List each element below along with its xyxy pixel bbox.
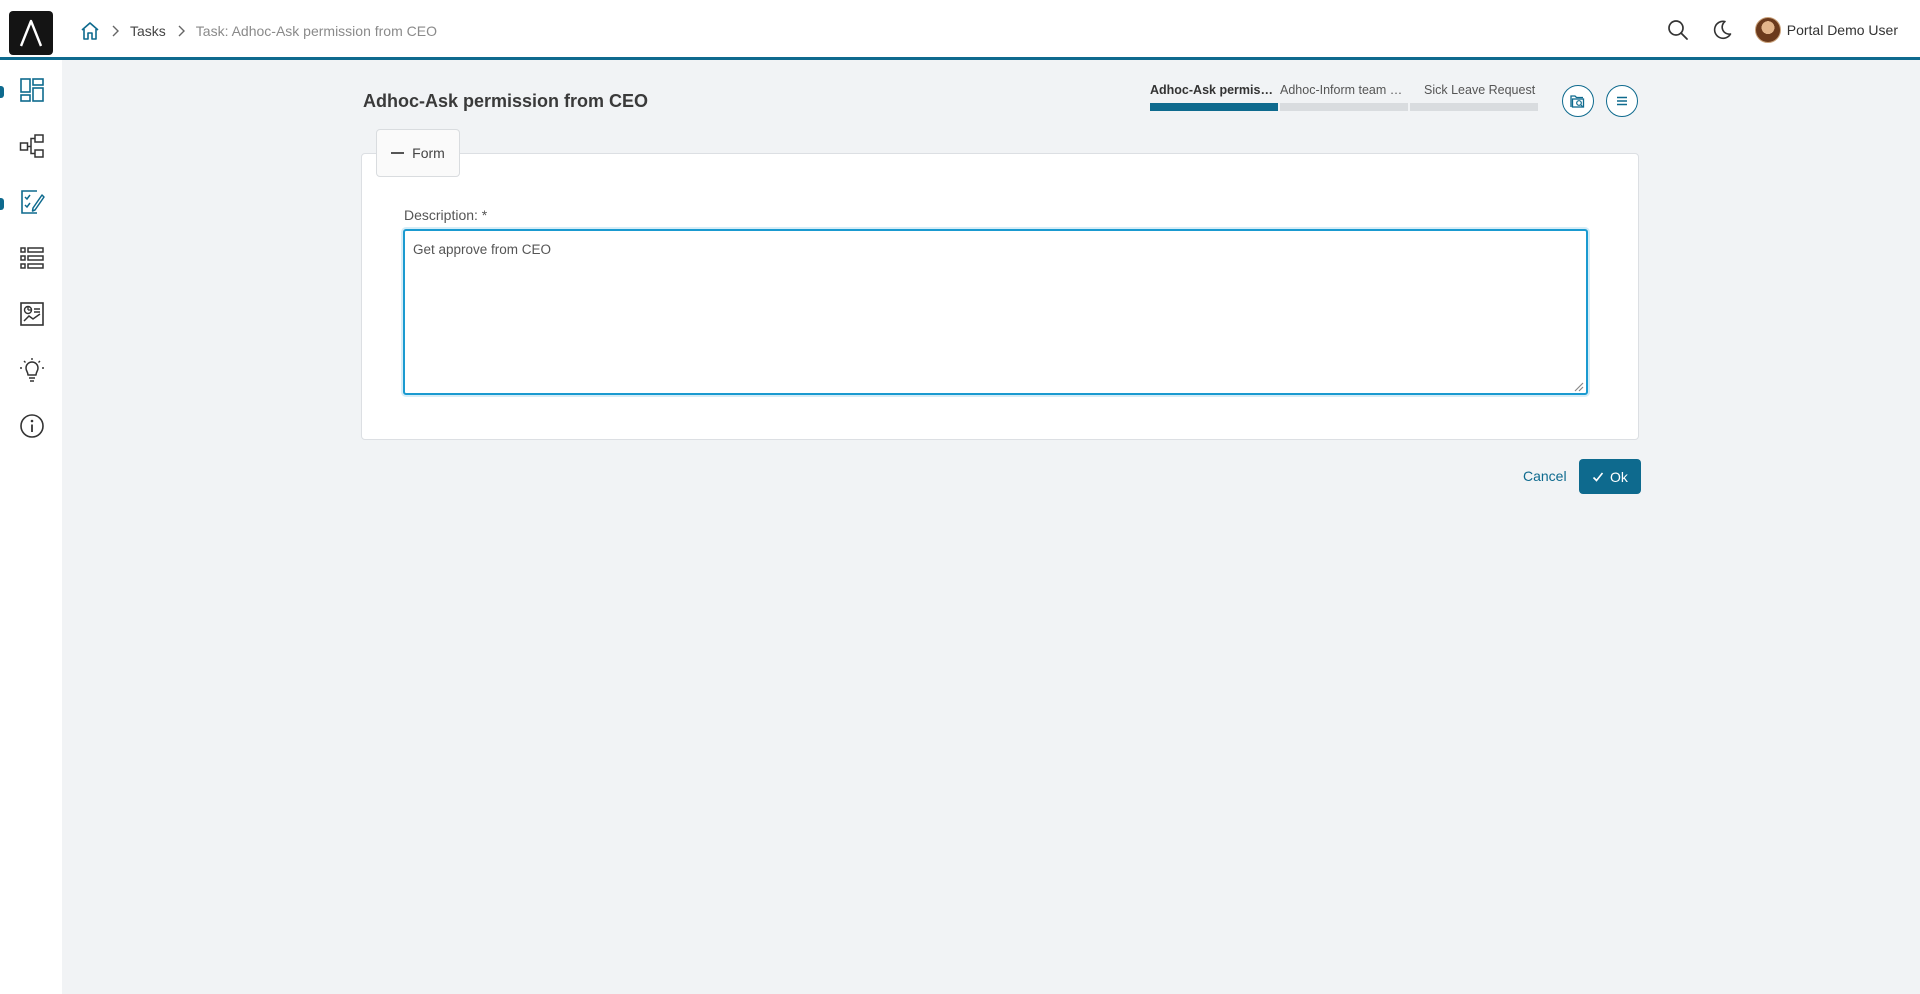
ok-button[interactable]: Ok [1579,459,1641,494]
sidebar-item-processes[interactable] [16,130,48,162]
breadcrumb-current-task: Task: Adhoc-Ask permission from CEO [195,23,437,39]
sidebar [0,60,62,994]
chevron-right-icon [110,25,120,37]
top-bar: Tasks Task: Adhoc-Ask permission from CE… [0,0,1920,60]
breadcrumb: Tasks Task: Adhoc-Ask permission from CE… [80,20,437,42]
step-label: Adhoc-Inform team manager [1280,83,1408,97]
home-icon[interactable] [80,21,100,41]
task-menu-button[interactable] [1606,85,1638,117]
case-details-icon [1570,95,1585,108]
task-steps: Adhoc-Ask permission from CEO Adhoc-Info… [1150,83,1540,113]
info-icon [20,414,44,438]
form-toggle-button[interactable]: Form [376,129,460,177]
menu-icon [1617,96,1627,106]
sidebar-active-marker [0,198,4,210]
step-progress-bar [1150,103,1278,111]
statistics-icon [20,302,44,326]
idea-icon [20,358,44,382]
resize-grip-icon[interactable] [1572,380,1584,392]
sidebar-item-tasks[interactable] [16,186,48,218]
step-progress-bar [1410,103,1538,111]
step-2[interactable]: Adhoc-Inform team manager [1280,83,1408,113]
form-legend-label: Form [412,145,445,161]
sidebar-item-ideas[interactable] [16,354,48,386]
user-name: Portal Demo User [1786,22,1898,38]
sidebar-item-cases[interactable] [16,242,48,274]
description-textarea[interactable] [403,229,1588,395]
chevron-right-icon [176,25,186,37]
dashboard-icon [20,78,44,102]
sidebar-active-marker [0,86,4,98]
app-logo[interactable] [9,11,53,55]
step-1[interactable]: Adhoc-Ask permission from CEO [1150,83,1278,113]
sidebar-item-statistics[interactable] [16,298,48,330]
collapse-icon [391,152,405,154]
breadcrumb-tasks[interactable]: Tasks [130,23,166,39]
avatar [1754,17,1781,43]
tasks-icon [21,190,45,214]
description-label: Description: * [404,207,488,223]
sidebar-item-about[interactable] [16,410,48,442]
step-label: Adhoc-Ask permission from CEO [1150,83,1278,97]
step-progress-bar [1280,103,1408,111]
ok-label: Ok [1610,468,1628,485]
list-icon [20,247,44,269]
search-icon[interactable] [1667,19,1689,41]
check-icon [1592,472,1604,482]
top-actions: Portal Demo User [1667,14,1898,46]
step-3[interactable]: Sick Leave Request [1410,83,1538,113]
sidebar-item-dashboard[interactable] [16,74,48,106]
page-title: Adhoc-Ask permission from CEO [363,91,649,111]
logo-icon [19,19,43,47]
case-details-button[interactable] [1562,85,1594,117]
cancel-button[interactable]: Cancel [1523,468,1567,484]
process-icon [19,134,44,158]
moon-icon[interactable] [1711,19,1733,41]
step-label: Sick Leave Request [1424,83,1536,97]
user-menu[interactable]: Portal Demo User [1754,17,1898,43]
